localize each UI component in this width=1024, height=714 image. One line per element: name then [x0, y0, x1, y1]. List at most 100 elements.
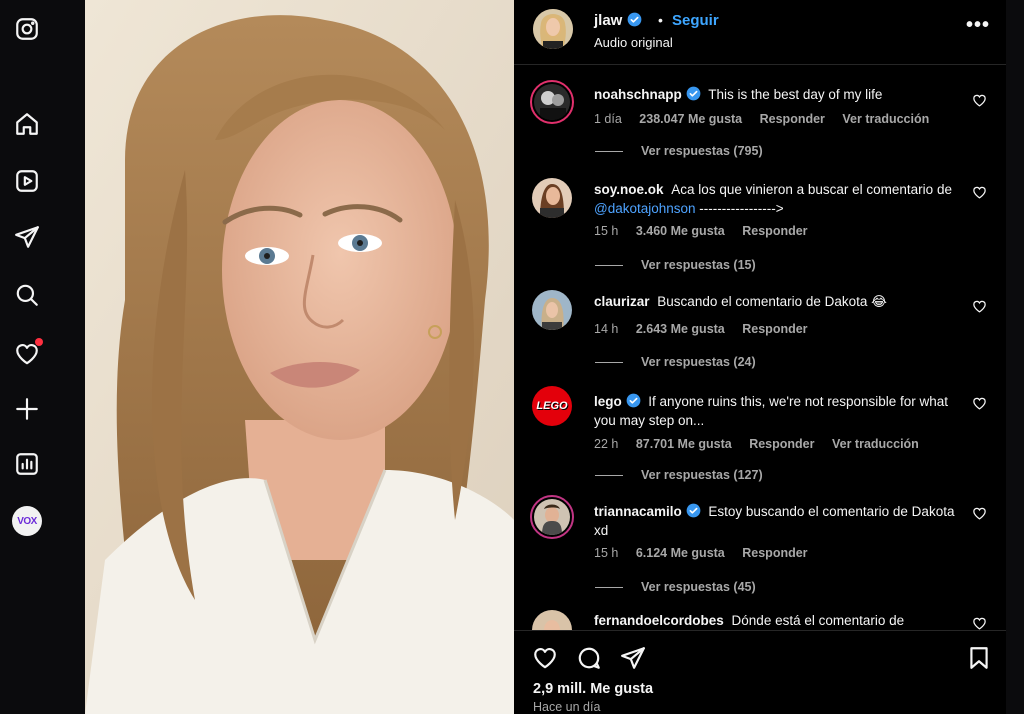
comment-likes[interactable]: 238.047 Me gusta — [639, 112, 742, 126]
comment-likes[interactable]: 2.643 Me gusta — [636, 322, 725, 336]
comment-content: claurizar Buscando el comentario de Dako… — [594, 292, 964, 311]
view-replies-label[interactable]: Ver respuestas (45) — [641, 580, 756, 594]
author-avatar[interactable] — [533, 9, 573, 49]
post-header: jlaw • Seguir Audio original ••• — [514, 0, 1006, 65]
post-photo — [85, 0, 514, 714]
comment-username[interactable]: claurizar — [594, 294, 650, 309]
more-options-icon[interactable]: ••• — [966, 14, 990, 37]
comment-likes[interactable]: 87.701 Me gusta — [636, 437, 732, 451]
create-plus-icon[interactable] — [13, 395, 41, 423]
translate-button[interactable]: Ver traducción — [842, 112, 929, 126]
mention-link[interactable]: @dakotajohnson — [594, 201, 696, 216]
view-replies-button[interactable]: Ver respuestas (795) — [595, 144, 763, 158]
like-comment-heart-icon[interactable] — [972, 299, 987, 314]
comment-time: 15 h — [594, 224, 619, 238]
reply-button[interactable]: Responder — [760, 112, 825, 126]
comment-time: 15 h — [594, 546, 619, 560]
view-replies-label[interactable]: Ver respuestas (24) — [641, 355, 756, 369]
post-like-count[interactable]: 2,9 mill. Me gusta — [533, 681, 653, 697]
view-replies-label[interactable]: Ver respuestas (127) — [641, 468, 763, 482]
view-replies-button[interactable]: Ver respuestas (127) — [595, 468, 763, 482]
replies-line — [595, 362, 623, 364]
comment-text: Dónde está el comentario de — [731, 613, 905, 628]
comment-likes[interactable]: 6.124 Me gusta — [636, 546, 725, 560]
comment-text: Buscando el comentario de Dakota 😂 — [657, 294, 887, 309]
right-margin — [1006, 0, 1024, 714]
like-comment-heart-icon[interactable] — [972, 93, 987, 108]
post-timestamp: Hace un día — [533, 700, 601, 714]
messages-icon[interactable] — [13, 223, 41, 251]
comment-text: This is the best day of my life — [708, 87, 883, 102]
follow-button[interactable]: Seguir — [672, 12, 719, 29]
commenter-avatar[interactable] — [532, 178, 572, 218]
comment-content: fernandoelcordobes Dónde está el comenta… — [594, 611, 964, 630]
view-replies-button[interactable]: Ver respuestas (15) — [595, 258, 756, 272]
post-detail-panel: jlaw • Seguir Audio original ••• noahsch… — [514, 0, 1006, 714]
like-comment-heart-icon[interactable] — [972, 185, 987, 200]
reels-icon[interactable] — [13, 167, 41, 195]
view-replies-button[interactable]: Ver respuestas (45) — [595, 580, 756, 594]
comment-time: 14 h — [594, 322, 619, 336]
verified-badge-icon — [627, 12, 641, 27]
reply-button[interactable]: Responder — [742, 224, 807, 238]
commenter-avatar[interactable] — [532, 610, 572, 630]
lego-logo-text: LEGO — [536, 400, 568, 412]
audio-label[interactable]: Audio original — [594, 35, 673, 50]
left-nav: VOX — [0, 0, 85, 714]
like-comment-heart-icon[interactable] — [972, 616, 987, 630]
lego-logo-avatar[interactable]: LEGO — [532, 386, 572, 426]
insights-chart-icon[interactable] — [13, 450, 41, 478]
verified-badge-icon — [626, 393, 640, 408]
replies-line — [595, 475, 623, 477]
view-replies-label[interactable]: Ver respuestas (15) — [641, 258, 756, 272]
verified-badge-icon — [686, 503, 700, 518]
comment-text-tail: -----------------> — [699, 201, 784, 216]
comment-bubble-icon[interactable] — [576, 645, 602, 671]
comment-content: noahschnapp This is the best day of my l… — [594, 85, 964, 104]
notifications-heart-icon[interactable] — [13, 338, 43, 368]
search-icon[interactable] — [13, 281, 41, 309]
translate-button[interactable]: Ver traducción — [832, 437, 919, 451]
comment-meta: 15 h 6.124 Me gusta Responder — [594, 546, 822, 560]
instagram-logo-icon[interactable] — [13, 15, 41, 43]
commenter-avatar[interactable] — [532, 290, 572, 330]
comment-meta: 14 h 2.643 Me gusta Responder — [594, 322, 822, 336]
header-separator: • — [658, 12, 663, 28]
profile-avatar-vox[interactable]: VOX — [12, 506, 42, 536]
replies-line — [595, 151, 623, 153]
like-comment-heart-icon[interactable] — [972, 506, 987, 521]
like-comment-heart-icon[interactable] — [972, 396, 987, 411]
view-replies-label[interactable]: Ver respuestas (795) — [641, 144, 763, 158]
comment-meta: 22 h 87.701 Me gusta Responder Ver tradu… — [594, 437, 933, 451]
reply-button[interactable]: Responder — [742, 546, 807, 560]
comment-time: 22 h — [594, 437, 619, 451]
author-username-text[interactable]: jlaw — [594, 12, 622, 29]
comment-text: If anyone ruins this, we're not responsi… — [594, 394, 949, 428]
comment-content: lego If anyone ruins this, we're not res… — [594, 392, 964, 430]
home-icon[interactable] — [13, 110, 41, 138]
replies-line — [595, 265, 623, 267]
comment-text: Aca los que vinieron a buscar el comenta… — [671, 182, 952, 197]
reply-button[interactable]: Responder — [742, 322, 807, 336]
verified-badge-icon — [686, 86, 700, 101]
post-footer: 2,9 mill. Me gusta Hace un día — [514, 630, 1006, 714]
view-replies-button[interactable]: Ver respuestas (24) — [595, 355, 756, 369]
commenter-avatar[interactable] — [530, 80, 574, 124]
commenter-avatar[interactable] — [530, 495, 574, 539]
replies-line — [595, 587, 623, 589]
save-bookmark-icon[interactable] — [966, 645, 992, 671]
author-username[interactable]: jlaw — [594, 12, 642, 29]
reply-button[interactable]: Responder — [749, 437, 814, 451]
share-send-icon[interactable] — [620, 645, 646, 671]
comment-meta: 1 día 238.047 Me gusta Responder Ver tra… — [594, 112, 943, 126]
comments-list[interactable]: noahschnapp This is the best day of my l… — [514, 66, 1006, 630]
comment-content: soy.noe.ok Aca los que vinieron a buscar… — [594, 180, 964, 218]
comment-username[interactable]: noahschnapp — [594, 87, 682, 102]
comment-username[interactable]: triannacamilo — [594, 504, 682, 519]
like-heart-icon[interactable] — [532, 645, 558, 671]
comment-meta: 15 h 3.460 Me gusta Responder — [594, 224, 822, 238]
comment-likes[interactable]: 3.460 Me gusta — [636, 224, 725, 238]
comment-username[interactable]: fernandoelcordobes — [594, 613, 724, 628]
comment-username[interactable]: soy.noe.ok — [594, 182, 664, 197]
comment-username[interactable]: lego — [594, 394, 622, 409]
